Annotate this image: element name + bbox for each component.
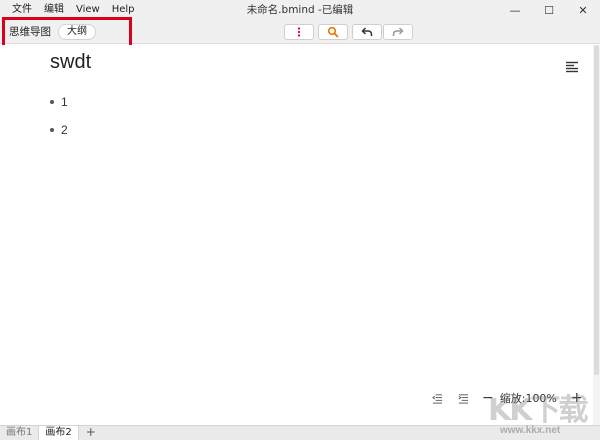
- outdent-icon: [431, 393, 442, 404]
- outline-menu-icon[interactable]: [565, 60, 579, 74]
- close-icon: ✕: [578, 3, 588, 17]
- undo-button[interactable]: [352, 24, 382, 40]
- outdent-button[interactable]: [430, 391, 444, 405]
- sheet-tab-bar: 画布1 画布2 +: [0, 425, 600, 440]
- search-button[interactable]: [318, 24, 348, 40]
- zoom-out-button[interactable]: −: [482, 390, 494, 406]
- sheet-tab-1[interactable]: 画布1: [0, 426, 40, 440]
- menu-help[interactable]: Help: [106, 0, 141, 20]
- list-item[interactable]: 2: [50, 123, 68, 137]
- minimize-icon: —: [509, 3, 521, 17]
- zoom-controls: − 缩放:100% +: [430, 390, 583, 406]
- scrollbar-thumb[interactable]: [594, 45, 599, 375]
- menu-bar: 文件 编辑 View Help: [0, 0, 141, 20]
- toolbar: 思维导图 大纲: [0, 20, 600, 44]
- outline-list: 1 2: [50, 95, 68, 151]
- outline-mode-tab[interactable]: 大纲: [58, 24, 96, 40]
- minimize-button[interactable]: —: [498, 0, 532, 20]
- document-title[interactable]: swdt: [50, 51, 91, 74]
- list-item[interactable]: 1: [50, 95, 68, 109]
- menu-edit[interactable]: 编辑: [38, 0, 70, 20]
- list-item-text: 2: [61, 123, 68, 137]
- add-sheet-button[interactable]: +: [79, 426, 103, 440]
- indent-icon: [458, 393, 468, 404]
- indent-button[interactable]: [456, 391, 470, 405]
- window-controls: — ☐ ✕: [498, 0, 600, 20]
- title-bar: 文件 编辑 View Help 未命名.bmind -已编辑 — ☐ ✕: [0, 0, 600, 20]
- sheet-tab-2[interactable]: 画布2: [39, 426, 79, 440]
- undo-icon: [361, 27, 373, 36]
- more-vertical-icon: [297, 27, 301, 37]
- outline-canvas[interactable]: swdt 1 2: [0, 45, 600, 425]
- vertical-scrollbar[interactable]: [593, 45, 600, 425]
- bullet-icon: [50, 100, 54, 104]
- search-icon: [327, 26, 339, 38]
- zoom-level: 缩放:100%: [499, 392, 557, 405]
- menu-view[interactable]: View: [70, 0, 106, 20]
- menu-file[interactable]: 文件: [6, 0, 38, 20]
- mindmap-mode-tab[interactable]: 思维导图: [9, 20, 51, 44]
- zoom-in-button[interactable]: +: [571, 390, 583, 406]
- redo-button[interactable]: [383, 24, 413, 40]
- list-item-text: 1: [61, 95, 68, 109]
- close-button[interactable]: ✕: [566, 0, 600, 20]
- maximize-button[interactable]: ☐: [532, 0, 566, 20]
- maximize-icon: ☐: [544, 3, 554, 17]
- redo-icon: [392, 27, 404, 36]
- bullet-icon: [50, 128, 54, 132]
- more-button[interactable]: [284, 24, 314, 40]
